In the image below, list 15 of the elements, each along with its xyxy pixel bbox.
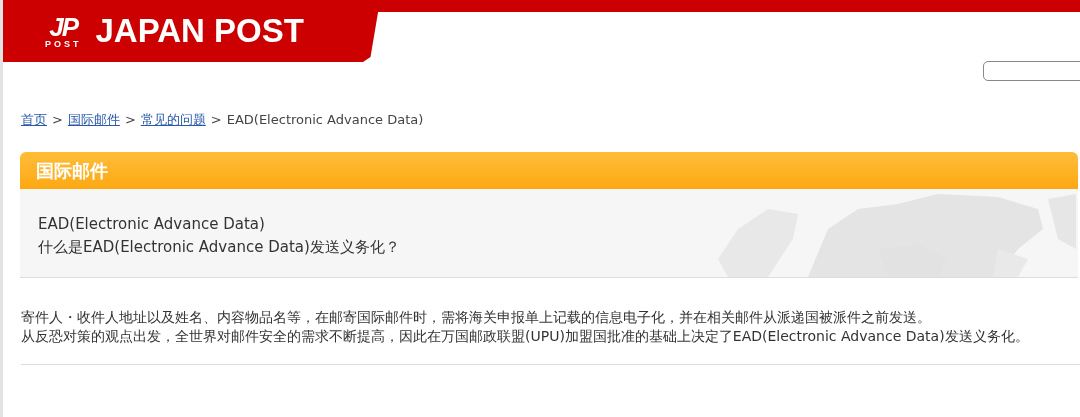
breadcrumb-separator: > xyxy=(210,112,222,127)
question-text: 什么是EAD(Electronic Advance Data)发送义务化？ xyxy=(38,237,401,258)
breadcrumb-link[interactable]: 常见的问题 xyxy=(140,111,206,129)
section-title: 国际邮件 xyxy=(36,158,108,183)
answer-paragraph: 从反恐对策的观点出发，全世界对邮件安全的需求不断提高，因此在万国邮政联盟(UPU)加盟国批准的基础上决定了EAD(Electronic Advance Data)发送义务化。 xyxy=(21,327,1030,346)
breadcrumb-link[interactable]: 国际邮件 xyxy=(67,111,120,129)
question-text: EAD(Electronic Advance Data) xyxy=(38,214,266,235)
breadcrumb-separator: > xyxy=(124,112,136,127)
breadcrumb-link[interactable]: 首页 xyxy=(21,111,47,129)
logo-mark[interactable]: JP POST xyxy=(45,13,82,49)
answer-paragraph: 寄件人・收件人地址以及姓名、内容物品名等，在邮寄国际邮件时，需将海关申报单上记载的信息电子化，并在相关邮件从派递国被派件之前发送。 xyxy=(21,308,932,327)
brand-name[interactable]: JAPAN POST xyxy=(95,12,304,50)
breadcrumb-current: EAD(Electronic Advance Data) xyxy=(226,112,424,127)
search-field[interactable] xyxy=(983,61,1080,81)
breadcrumb-separator: > xyxy=(52,112,63,127)
